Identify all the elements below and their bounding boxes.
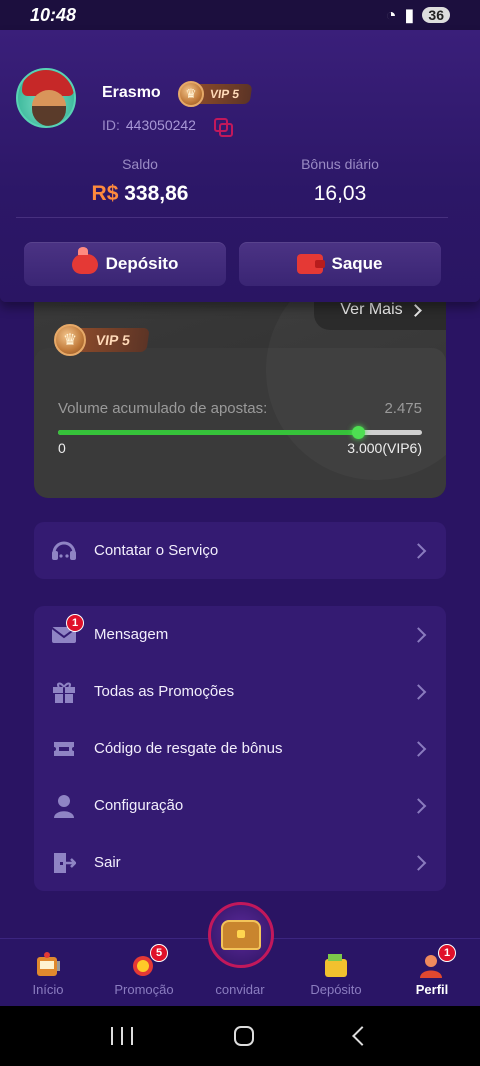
withdraw-button[interactable]: Saque [239, 242, 441, 286]
progress-fill [58, 430, 359, 435]
menu-item-contact-service[interactable]: Contatar o Serviço [34, 522, 446, 579]
tab-label: Início [32, 982, 64, 997]
medal-icon: 5 [130, 944, 168, 978]
chevron-right-icon [410, 626, 427, 643]
currency-symbol: R$ [91, 182, 119, 205]
tab-label: Depósito [310, 982, 362, 997]
wallet-icon [297, 254, 326, 274]
invite-button[interactable] [208, 902, 274, 968]
profile-badge: 1 [438, 944, 456, 962]
status-bar: 10:48 ◔ ▮ 36 [0, 0, 480, 30]
volume-value: 2.475 [384, 400, 422, 417]
chevron-right-icon [410, 797, 427, 814]
promotion-badge: 5 [150, 944, 168, 962]
saldo-amount: 338,86 [124, 182, 189, 205]
bonus-value: 16,03 [313, 182, 367, 205]
crown-icon: ♛ [54, 324, 86, 356]
vip-progress-bar [58, 426, 422, 439]
chevron-right-icon [410, 683, 427, 700]
wallet-icon [322, 952, 350, 978]
tab-label: Promoção [114, 982, 174, 997]
saldo-label: Saldo [122, 156, 158, 172]
menu-label: Contatar o Serviço [94, 542, 219, 559]
tab-profile[interactable]: 1 Perfil [384, 939, 480, 1006]
tab-label: convidar [215, 982, 265, 997]
message-badge: 1 [66, 613, 84, 632]
recents-icon[interactable] [110, 1027, 133, 1045]
user-id-value: 443050242 [125, 117, 196, 133]
username: Erasmo [102, 84, 161, 101]
tab-deposit[interactable]: Depósito [288, 939, 384, 1006]
divider [16, 217, 448, 218]
ver-mais-label: Ver Mais [340, 301, 403, 318]
tab-home[interactable]: Início [0, 939, 96, 1006]
vip-card-level: VIP 5 [76, 328, 150, 352]
menu-label: Todas as Promoções [94, 683, 235, 700]
service-box: Contatar o Serviço [34, 522, 446, 579]
avatar[interactable] [16, 68, 76, 128]
menu-item-settings[interactable]: Configuração [34, 777, 446, 834]
volume-label: Volume acumulado de apostas: [58, 400, 268, 417]
deposit-button[interactable]: Depósito [24, 242, 226, 286]
status-time: 10:48 [30, 4, 77, 25]
chevron-right-icon [410, 542, 427, 559]
tab-promotion[interactable]: 5 Promoção [96, 939, 192, 1006]
envelope-icon: 1 [50, 613, 84, 648]
chevron-right-icon [410, 854, 427, 871]
menu-label: Configuração [94, 797, 184, 814]
home-icon[interactable] [233, 1026, 254, 1046]
menu-item-promotions[interactable]: Todas as Promoções [34, 663, 446, 720]
progress-max: 3.000(VIP6) [347, 440, 422, 456]
progress-min: 0 [58, 440, 66, 456]
chevron-right-icon [408, 303, 422, 317]
piggy-bank-icon [71, 247, 98, 274]
gift-icon [50, 679, 78, 705]
slot-machine-icon [34, 952, 62, 978]
user-id-label: ID: [102, 117, 120, 133]
menu-list: 1 Mensagem Todas as Promoções Código de … [34, 606, 446, 891]
bonus-label: Bônus diário [301, 156, 379, 172]
vip-card-badge: ♛ VIP 5 [54, 324, 150, 356]
chevron-right-icon [410, 740, 427, 757]
user-id: ID: 443050242 [102, 117, 233, 137]
user-icon [50, 793, 78, 819]
profile-header: Erasmo ♛ VIP 5 ID: 443050242 Saldo R$ 33… [0, 30, 480, 302]
logout-icon [50, 850, 78, 876]
battery-icon: 36 [422, 7, 450, 23]
crown-icon: ♛ [178, 81, 204, 107]
menu-label: Mensagem [94, 626, 169, 643]
vip-progress-card: Ver Mais ♛ VIP 5 Volume acumulado de apo… [34, 290, 446, 498]
withdraw-label: Saque [331, 254, 383, 273]
signal-icon: ▮ [404, 4, 415, 25]
menu-item-logout[interactable]: Sair [34, 834, 446, 891]
menu-label: Sair [94, 854, 121, 871]
tab-label: Perfil [415, 982, 449, 997]
menu-item-messages[interactable]: 1 Mensagem [34, 606, 446, 663]
treasure-chest-icon [221, 920, 261, 950]
menu-label: Código de resgate de bônus [94, 740, 283, 757]
deposit-label: Depósito [105, 254, 179, 273]
back-icon[interactable] [352, 1026, 373, 1046]
headset-icon [50, 538, 78, 564]
saldo-value: R$ 338,86 [40, 182, 240, 206]
copy-icon[interactable] [213, 118, 233, 137]
vip-badge[interactable]: ♛ VIP 5 [178, 81, 253, 107]
system-nav-bar [0, 1006, 480, 1066]
menu-item-redeem-code[interactable]: Código de resgate de bônus [34, 720, 446, 777]
wifi-icon: ◔ [385, 4, 397, 25]
ticket-icon [50, 736, 78, 762]
profile-icon: 1 [418, 944, 456, 978]
